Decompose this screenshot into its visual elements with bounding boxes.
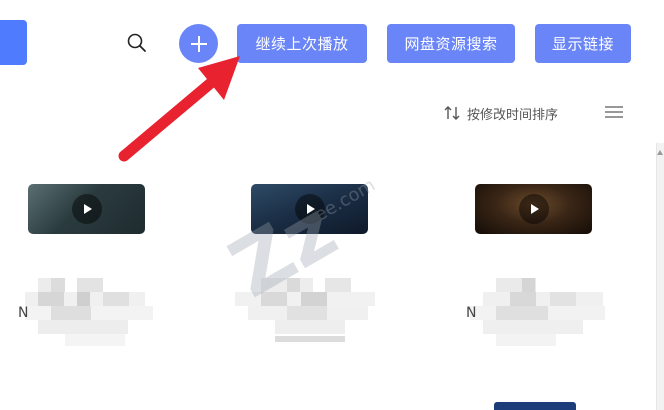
blurred-video-title xyxy=(25,270,155,350)
sort-arrows-icon xyxy=(444,106,460,120)
left-nav-tab[interactable] xyxy=(0,20,27,65)
play-icon[interactable] xyxy=(71,194,102,224)
blurred-video-title xyxy=(470,270,610,350)
vertical-scrollbar[interactable] xyxy=(656,143,664,410)
video-title-initial: N xyxy=(466,305,477,321)
play-icon[interactable] xyxy=(518,194,549,224)
sort-label: 按修改时间排序 xyxy=(467,107,559,123)
scroll-up-arrow-icon[interactable] xyxy=(657,150,663,155)
show-link-button[interactable]: 显示链接 xyxy=(535,24,631,63)
hamburger-menu-icon[interactable] xyxy=(604,104,624,120)
video-thumbnail[interactable] xyxy=(494,402,576,410)
cloud-resource-search-button[interactable]: 网盘资源搜索 xyxy=(387,24,515,63)
svg-text:ee.com: ee.com xyxy=(311,175,379,226)
watermark-logo: Zz ee.com xyxy=(220,175,379,298)
video-thumbnail[interactable] xyxy=(475,184,592,234)
sort-control[interactable]: 按修改时间排序 xyxy=(443,103,558,123)
video-thumbnail[interactable] xyxy=(28,184,145,234)
video-title-initial: N xyxy=(18,305,29,321)
